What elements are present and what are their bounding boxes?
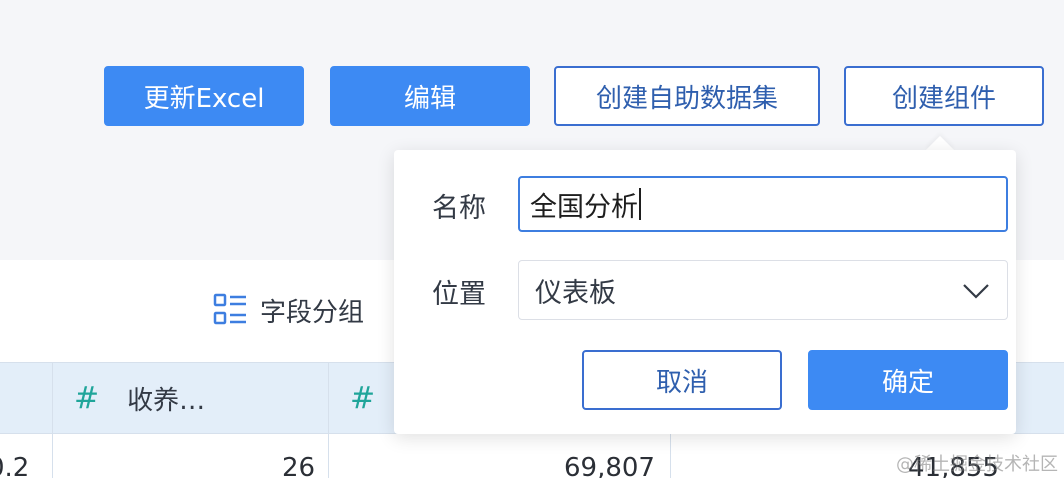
column-divider xyxy=(52,362,53,478)
field-group-label: 字段分组 xyxy=(260,297,365,328)
edit-button[interactable]: 编辑 xyxy=(330,66,530,126)
column-header[interactable]: # 收养… xyxy=(74,363,205,433)
field-group-icon xyxy=(213,293,246,325)
update-excel-button[interactable]: 更新Excel xyxy=(104,66,304,126)
app-root: 更新Excel 编辑 创建自助数据集 创建组件 字段分组 # 收养… # 0.2… xyxy=(0,0,1064,478)
table-cell: 69,807 xyxy=(564,453,655,478)
cancel-button[interactable]: 取消 xyxy=(582,350,782,410)
number-type-icon: # xyxy=(74,380,100,416)
name-input[interactable]: 全国分析 xyxy=(518,176,1008,232)
table-cell: 0.2 xyxy=(0,453,30,478)
create-dataset-button[interactable]: 创建自助数据集 xyxy=(554,66,820,126)
text-caret xyxy=(639,188,641,220)
field-group-button[interactable]: 字段分组 xyxy=(212,290,364,330)
chevron-down-icon xyxy=(963,284,989,299)
number-type-icon: # xyxy=(350,380,376,416)
column-header-label: 收养… xyxy=(127,385,206,416)
create-component-button[interactable]: 创建组件 xyxy=(844,66,1044,126)
position-select-value: 仪表板 xyxy=(535,277,616,309)
position-label: 位置 xyxy=(432,279,486,310)
column-divider xyxy=(328,362,329,478)
name-input-value: 全国分析 xyxy=(530,191,638,223)
confirm-button[interactable]: 确定 xyxy=(808,350,1008,410)
position-select[interactable]: 仪表板 xyxy=(518,260,1008,320)
table-cell: 26 xyxy=(282,453,316,478)
watermark: @稀土掘金技术社区 xyxy=(896,454,1058,475)
name-label: 名称 xyxy=(432,193,486,224)
